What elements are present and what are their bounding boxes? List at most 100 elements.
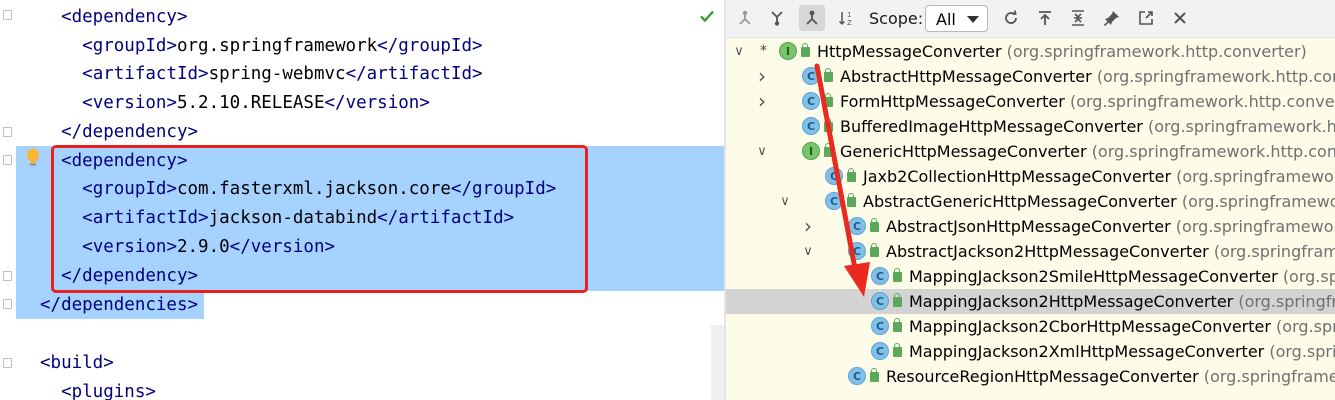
class-name: AbstractJackson2HttpMessageConverter xyxy=(886,242,1209,261)
chevron-right-icon[interactable]: › xyxy=(801,214,815,239)
xml-open-tag: <build> xyxy=(40,353,114,373)
pin-icon[interactable] xyxy=(1099,5,1125,31)
xml-close-tag: </version> xyxy=(324,93,430,113)
refresh-icon[interactable] xyxy=(998,5,1024,31)
code-line[interactable]: <groupId>org.springframework</groupId> xyxy=(40,32,482,61)
class-icon: C xyxy=(871,267,889,285)
fold-marker[interactable] xyxy=(3,299,12,309)
interface-icon: I xyxy=(779,42,797,60)
tree-node[interactable]: ∨ I GenericHttpMessageConverter (org.sprin… xyxy=(726,139,1335,164)
fold-marker[interactable] xyxy=(3,358,12,368)
hierarchy-toolbar: 1Z Scope: All xyxy=(726,0,1335,38)
class-name: AbstractJsonHttpMessageConverter xyxy=(886,217,1171,236)
class-icon: C xyxy=(825,167,843,185)
class-icon: C xyxy=(848,217,866,235)
class-name-label: MappingJackson2XmlHttpMessageConverter (… xyxy=(909,339,1335,364)
xml-text-value: 5.2.10.RELEASE xyxy=(176,93,325,113)
fold-marker[interactable] xyxy=(3,271,12,281)
fold-marker[interactable] xyxy=(3,127,12,137)
code-line[interactable]: </dependencies> xyxy=(40,291,198,320)
lightbulb-icon[interactable] xyxy=(25,148,41,168)
class-name: MappingJackson2SmileHttpMessageConverter xyxy=(909,267,1278,286)
package-name: (org.springframework.http.co xyxy=(1147,117,1335,136)
code-editor[interactable]: <dependency> <groupId>org.springframewor… xyxy=(0,0,725,400)
chevron-down-icon[interactable]: ∨ xyxy=(801,239,815,264)
sort-alphabetically-icon[interactable]: 1Z xyxy=(834,5,860,31)
tree-node[interactable]: ∨ * I HttpMessageConverter (org.springframe… xyxy=(726,39,1335,64)
tree-node[interactable]: › C FormHttpMessageConverter (org.springfr… xyxy=(726,89,1335,114)
code-line[interactable]: <artifactId>spring-webmvc</artifactId> xyxy=(40,60,482,89)
tree-node[interactable]: › C AbstractJsonHttpMessageConverter (org.… xyxy=(726,214,1335,239)
code-line[interactable]: <dependency> xyxy=(40,3,187,32)
tree-node[interactable]: C ResourceRegionHttpMessageConverter (org… xyxy=(726,364,1335,389)
package-name: (org.springframework.http.converter xyxy=(1091,142,1335,161)
svg-text:Z: Z xyxy=(847,19,852,27)
class-name: HttpMessageConverter xyxy=(817,42,1002,61)
package-name: (org.springfr xyxy=(1276,317,1335,336)
tree-node[interactable]: C MappingJackson2SmileHttpMessageConverte… xyxy=(726,264,1335,289)
class-name: MappingJackson2HttpMessageConverter xyxy=(909,292,1234,311)
editor-scrollbar[interactable] xyxy=(711,325,724,400)
scope-dropdown[interactable]: All xyxy=(925,5,988,32)
editor-gutter xyxy=(0,0,16,400)
chevron-down-icon[interactable]: ∨ xyxy=(778,189,792,214)
xml-open-tag: <plugins> xyxy=(61,382,156,400)
collapse-all-icon[interactable] xyxy=(1065,5,1091,31)
public-access-icon xyxy=(824,143,833,157)
code-line[interactable]: <version>5.2.10.RELEASE</version> xyxy=(40,89,430,118)
public-access-icon xyxy=(870,218,879,232)
code-line[interactable]: </dependency> xyxy=(40,118,198,147)
class-icon: C xyxy=(848,242,866,260)
xml-text-value: spring-webmvc xyxy=(208,64,346,84)
class-name-label: MappingJackson2CborHttpMessageConverter … xyxy=(909,314,1335,339)
package-name: (org.springframework xyxy=(1203,367,1335,386)
class-name-label: MappingJackson2SmileHttpMessageConverter… xyxy=(909,264,1335,289)
chevron-right-icon[interactable]: › xyxy=(755,64,769,89)
public-access-icon xyxy=(824,68,833,82)
class-icon: C xyxy=(871,317,889,335)
svg-text:1: 1 xyxy=(847,11,851,19)
package-name: (org.springframework.ht xyxy=(1181,192,1335,211)
tree-node[interactable]: C MappingJackson2XmlHttpMessageConverter … xyxy=(726,339,1335,364)
public-access-icon xyxy=(847,193,856,207)
public-access-icon xyxy=(893,343,902,357)
public-access-icon xyxy=(824,93,833,107)
interface-icon: I xyxy=(802,142,820,160)
xml-open-tag: <groupId> xyxy=(82,36,177,56)
tree-node[interactable]: C BufferedImageHttpMessageConverter (org.… xyxy=(726,114,1335,139)
code-line[interactable]: <plugins> xyxy=(40,378,156,400)
xml-open-tag: </dependency> xyxy=(61,122,199,142)
xml-open-tag: </dependencies> xyxy=(40,295,199,315)
fold-marker[interactable] xyxy=(3,155,12,165)
supertypes-icon[interactable] xyxy=(764,5,790,31)
export-icon[interactable] xyxy=(1133,5,1159,31)
star-icon: * xyxy=(760,43,767,59)
class-icon: C xyxy=(871,342,889,360)
xml-open-tag: <version> xyxy=(82,93,177,113)
class-name-label: FormHttpMessageConverter (org.springfram… xyxy=(840,89,1335,114)
class-name: Jaxb2CollectionHttpMessageConverter xyxy=(863,167,1172,186)
chevron-right-icon[interactable]: › xyxy=(755,89,769,114)
close-icon[interactable] xyxy=(1167,5,1193,31)
tree-node[interactable]: C MappingJackson2CborHttpMessageConverter… xyxy=(726,314,1335,339)
tree-node[interactable]: ∨ C AbstractJackson2HttpMessageConverter (… xyxy=(726,239,1335,264)
tree-node[interactable]: › C AbstractHttpMessageConverter (org.spri… xyxy=(726,64,1335,89)
class-name: FormHttpMessageConverter xyxy=(840,92,1065,111)
public-access-icon xyxy=(847,168,856,182)
xml-text-value: org.springframework xyxy=(176,36,378,56)
class-icon: C xyxy=(802,67,820,85)
package-name: (org.springframework.ht xyxy=(1176,167,1335,186)
chevron-down-icon[interactable]: ∨ xyxy=(755,139,769,164)
fold-marker[interactable] xyxy=(3,10,12,20)
expand-icon[interactable] xyxy=(1032,5,1058,31)
class-hierarchy-icon[interactable] xyxy=(799,5,825,31)
subtypes-icon[interactable] xyxy=(732,5,758,31)
tree-node[interactable]: C MappingJackson2HttpMessageConverter (or… xyxy=(726,289,1335,314)
tree-node[interactable]: C Jaxb2CollectionHttpMessageConverter (or… xyxy=(726,164,1335,189)
code-line[interactable]: <build> xyxy=(40,349,114,378)
chevron-down-icon[interactable]: ∨ xyxy=(732,39,746,64)
chevron-down-icon xyxy=(967,16,979,23)
tree-node[interactable]: ∨ C AbstractGenericHttpMessageConverter (o… xyxy=(726,189,1335,214)
class-name: ResourceRegionHttpMessageConverter xyxy=(886,367,1199,386)
